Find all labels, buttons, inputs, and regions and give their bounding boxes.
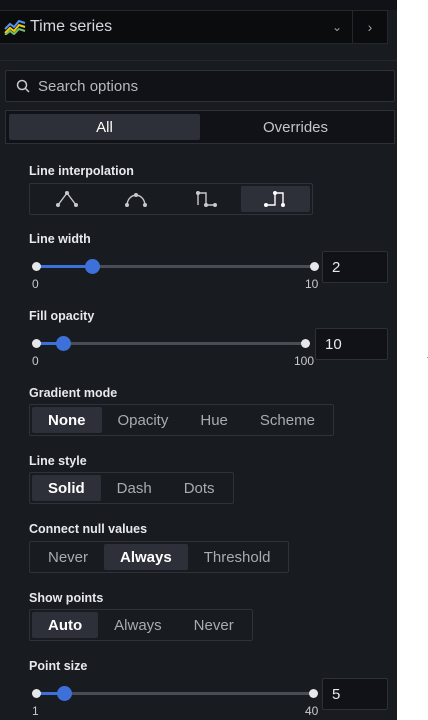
options-panel: Time series ⌄ › All Overrides Line inter… bbox=[0, 0, 397, 720]
connect-null-threshold-option[interactable]: Threshold bbox=[188, 544, 287, 570]
gradient-none-option[interactable]: None bbox=[32, 407, 102, 433]
connect-null-always-option[interactable]: Always bbox=[104, 544, 188, 570]
line-interpolation-group bbox=[29, 183, 313, 215]
visualization-name: Time series bbox=[30, 18, 113, 35]
search-icon bbox=[16, 79, 30, 93]
slider-min-marker bbox=[32, 689, 41, 698]
slider-thumb[interactable] bbox=[56, 336, 71, 351]
gradient-opacity-option[interactable]: Opacity bbox=[102, 407, 185, 433]
smooth-interpolation-icon bbox=[125, 193, 148, 207]
gradient-hue-option[interactable]: Hue bbox=[184, 407, 244, 433]
fill-opacity-slider[interactable] bbox=[32, 334, 310, 354]
interpolation-smooth-option[interactable] bbox=[102, 186, 172, 212]
line-style-label: Line style bbox=[29, 454, 87, 468]
show-points-group: Auto Always Never bbox=[29, 609, 253, 641]
point-size-min: 1 bbox=[32, 704, 39, 718]
interpolation-step-after-option[interactable] bbox=[240, 186, 310, 212]
line-style-group: Solid Dash Dots bbox=[29, 472, 234, 504]
connect-null-group: Never Always Threshold bbox=[29, 541, 290, 573]
gradient-mode-label: Gradient mode bbox=[29, 386, 118, 400]
connect-null-never-option[interactable]: Never bbox=[32, 544, 104, 570]
time-series-icon bbox=[4, 19, 26, 35]
gradient-scheme-option[interactable]: Scheme bbox=[244, 407, 331, 433]
line-width-min: 0 bbox=[32, 277, 39, 291]
slider-max-marker bbox=[310, 262, 319, 271]
tab-overrides[interactable]: Overrides bbox=[200, 114, 391, 140]
show-points-label: Show points bbox=[29, 591, 104, 605]
options-tabs: All Overrides bbox=[5, 110, 395, 144]
slider-min-marker bbox=[32, 262, 41, 271]
tab-all[interactable]: All bbox=[9, 114, 200, 140]
slider-track bbox=[36, 342, 305, 345]
line-width-max: 10 bbox=[305, 277, 319, 291]
line-width-slider[interactable] bbox=[32, 257, 319, 277]
interpolation-linear-option[interactable] bbox=[32, 186, 102, 212]
linear-interpolation-icon bbox=[55, 191, 78, 207]
fill-opacity-min: 0 bbox=[32, 354, 39, 368]
search-box bbox=[5, 70, 395, 102]
line-width-input[interactable]: 2 bbox=[322, 251, 388, 283]
slider-fill bbox=[36, 265, 92, 268]
fill-opacity-input[interactable]: 10 bbox=[315, 328, 388, 360]
top-strip bbox=[0, 0, 397, 10]
show-points-auto-option[interactable]: Auto bbox=[32, 612, 99, 638]
step-after-icon bbox=[264, 191, 286, 207]
fill-opacity-max: 100 bbox=[294, 354, 315, 368]
slider-min-marker bbox=[32, 339, 41, 348]
search-input[interactable] bbox=[36, 76, 380, 96]
slider-thumb[interactable] bbox=[85, 259, 100, 274]
line-interpolation-label: Line interpolation bbox=[29, 164, 134, 178]
slider-max-marker bbox=[309, 689, 318, 698]
point-size-input[interactable]: 5 bbox=[322, 678, 388, 710]
chevron-right-icon[interactable]: › bbox=[353, 19, 387, 35]
show-points-always-option[interactable]: Always bbox=[98, 612, 178, 638]
connect-null-label: Connect null values bbox=[29, 522, 148, 536]
line-style-dash-option[interactable]: Dash bbox=[101, 475, 168, 501]
slider-track bbox=[36, 692, 313, 695]
interpolation-step-before-option[interactable] bbox=[171, 186, 241, 212]
chevron-down-icon[interactable]: ⌄ bbox=[322, 20, 352, 34]
point-size-max: 40 bbox=[305, 704, 319, 718]
show-points-never-option[interactable]: Never bbox=[178, 612, 250, 638]
line-width-label: Line width bbox=[29, 232, 91, 246]
slider-max-marker bbox=[301, 339, 310, 348]
header-divider bbox=[0, 60, 397, 61]
line-style-dots-option[interactable]: Dots bbox=[168, 475, 231, 501]
point-size-slider[interactable] bbox=[32, 684, 318, 704]
point-size-label: Point size bbox=[29, 659, 88, 673]
slider-thumb[interactable] bbox=[57, 686, 72, 701]
gradient-mode-group: None Opacity Hue Scheme bbox=[29, 404, 334, 436]
step-before-icon bbox=[195, 191, 217, 207]
fill-opacity-label: Fill opacity bbox=[29, 309, 95, 323]
visualization-picker[interactable]: Time series ⌄ › bbox=[0, 10, 388, 44]
line-style-solid-option[interactable]: Solid bbox=[32, 475, 101, 501]
